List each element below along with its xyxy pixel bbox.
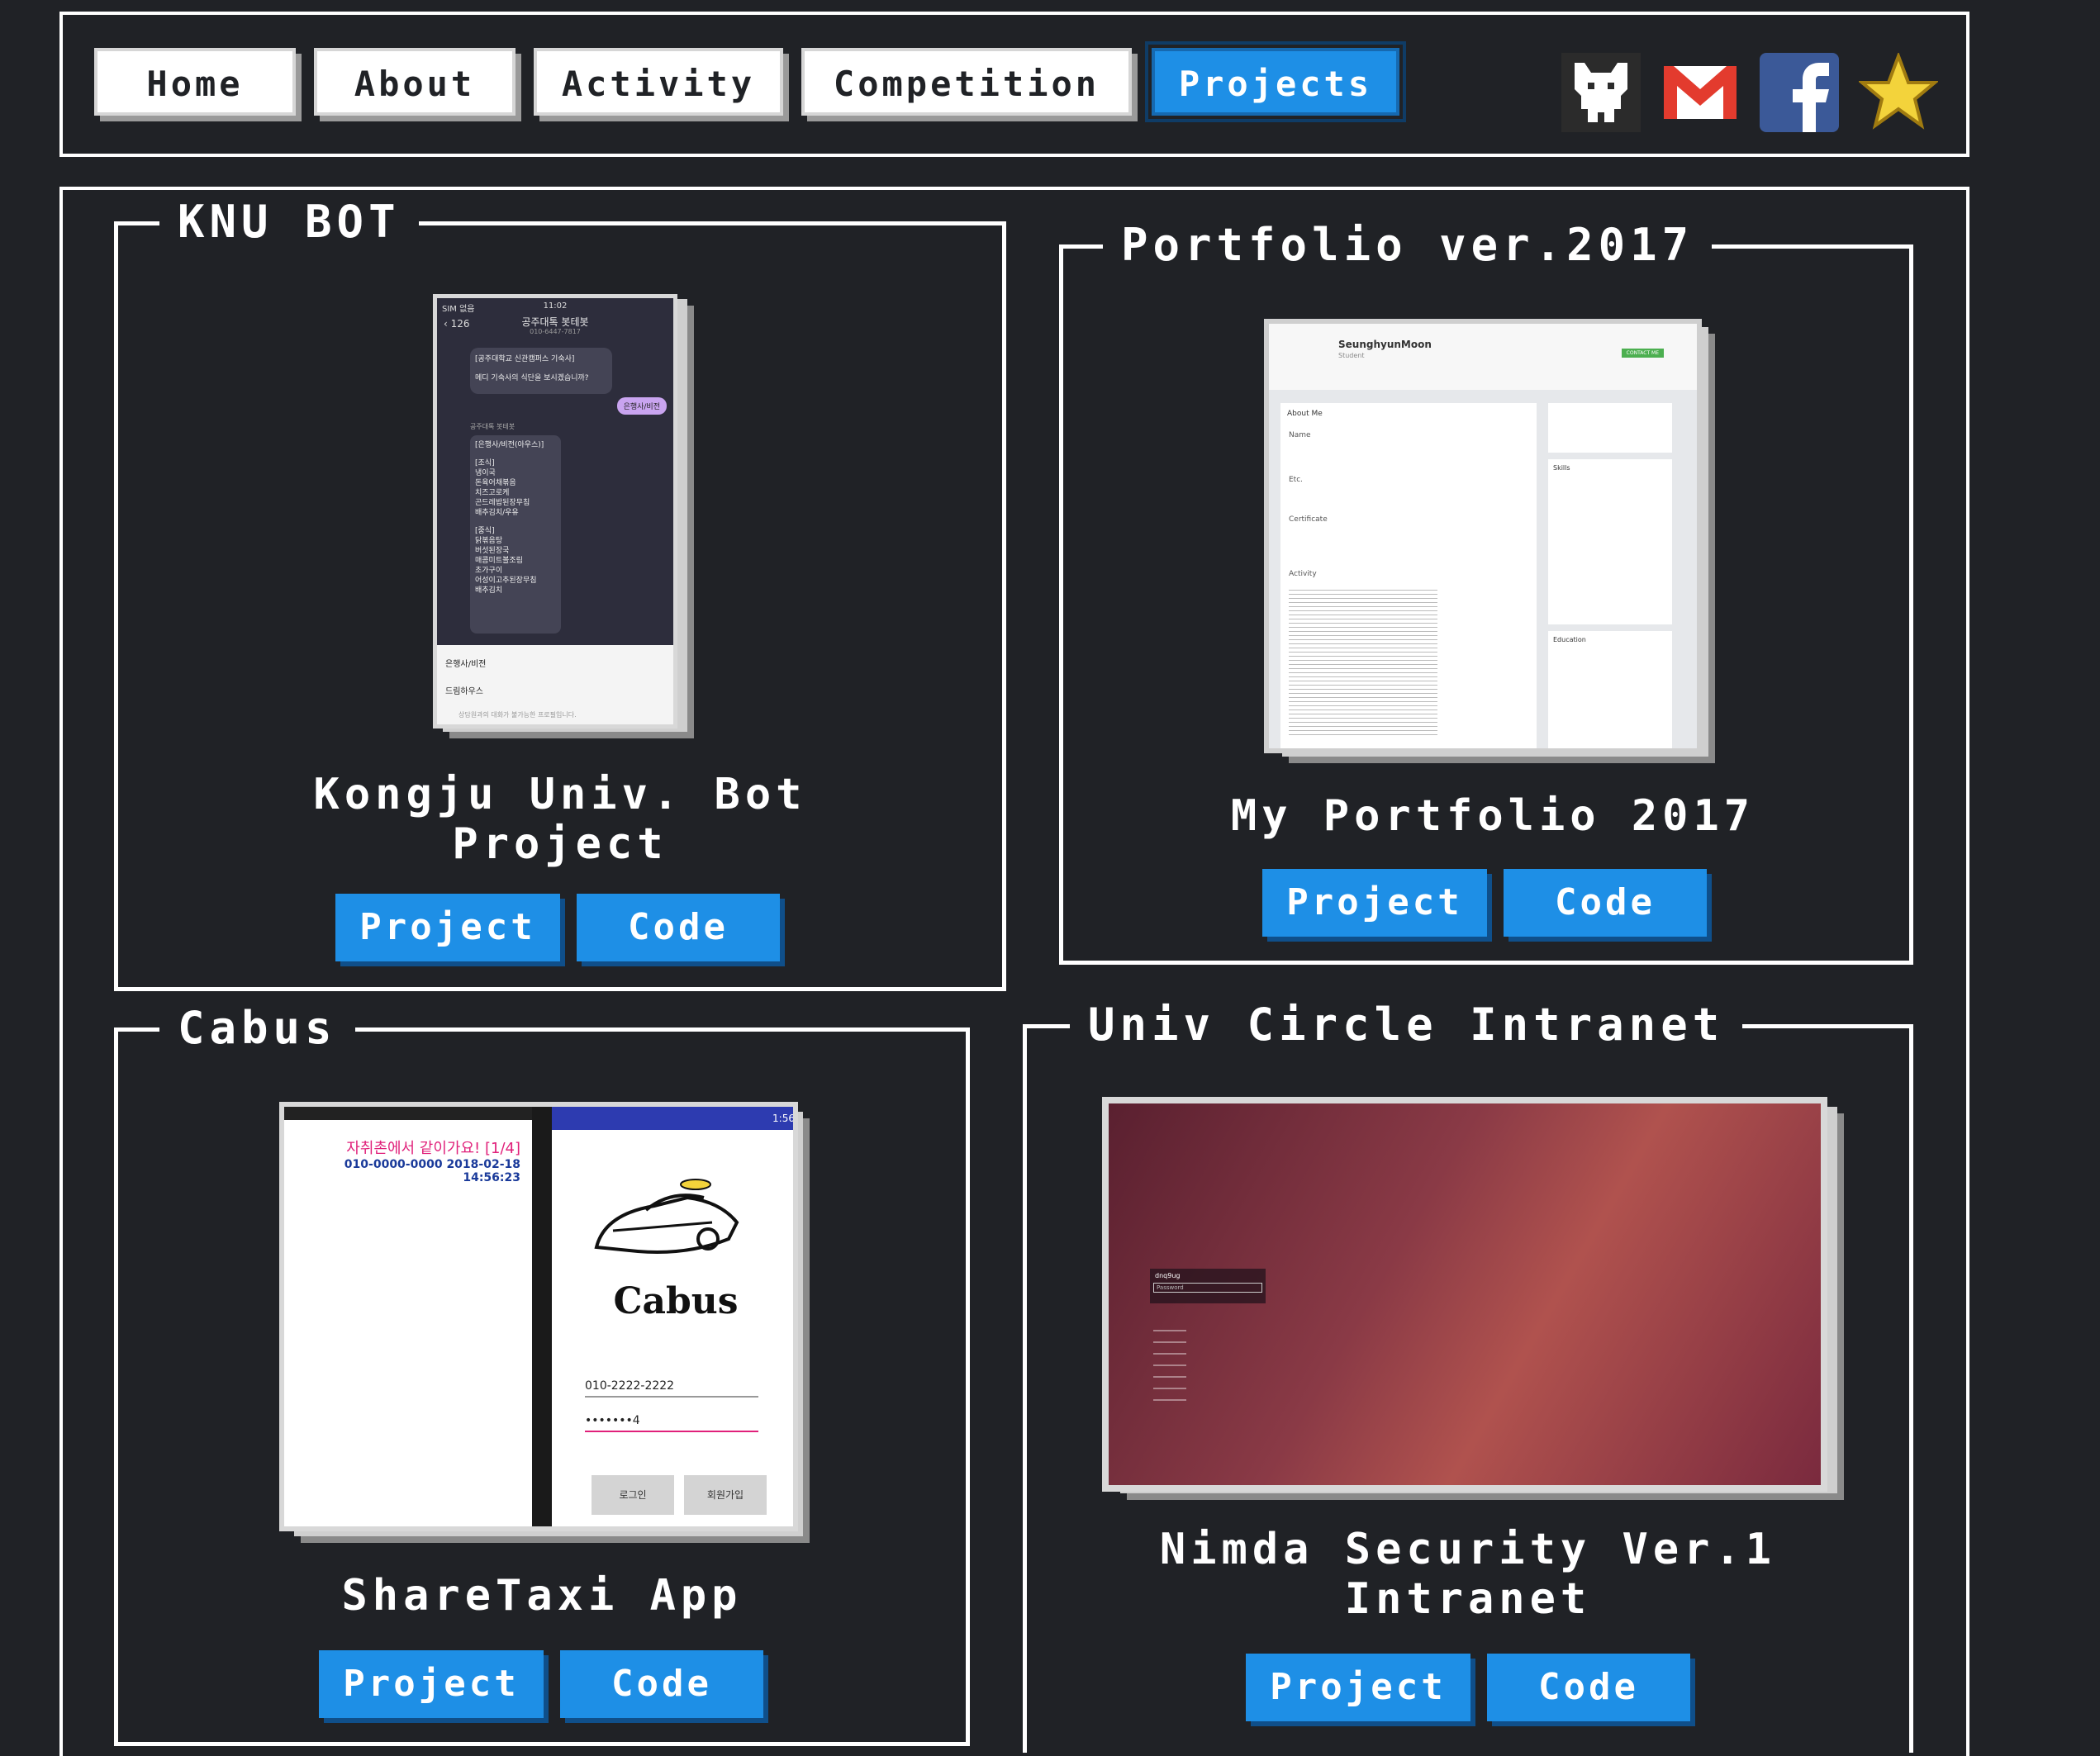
chat-sender: 공주대톡 봇테봇 [470,423,515,430]
project-card-title: KNU BOT [159,192,419,252]
section-heading: Certificate [1289,515,1328,524]
nav-about[interactable]: About [314,48,515,116]
nav-projects[interactable]: Projects [1145,41,1406,122]
menu-item: 어성이고추된장무침 [475,577,537,585]
chat-subtitle: 010-6447-7817 [530,328,581,335]
activity-list [1289,586,1437,735]
menu-head: [중식] [475,527,495,535]
project-name: My Portfolio 2017 [1230,791,1756,841]
menu-item: 버섯된장국 [475,547,510,555]
skills-panel: Skills [1548,459,1672,624]
cabus-screenshot: 자취촌에서 같이가요! [1/4] 010-0000-0000 2018-02-… [279,1102,798,1531]
project-card-title: Cabus [159,999,355,1058]
code-button[interactable]: Code [560,1650,763,1718]
login-password: Password [1153,1283,1262,1293]
project-name: Kongju Univ. Bot [313,770,807,819]
menu-item: 냉이국 [475,469,496,477]
about-heading: About Me [1287,410,1323,418]
session-list [1153,1320,1186,1402]
project-button[interactable]: Project [335,894,560,961]
code-button[interactable]: Code [1504,869,1707,937]
menu-bubble: [은행사/비전(아우스)] [조식] 냉이국 돈육어채볶음 치즈고로케 곤드레밥… [470,435,561,634]
chat-reply: 은행사/비전 [616,397,667,415]
login-username: dnq9ug [1155,1272,1181,1279]
menu-title: [은행사/비전(아우스)] [475,441,544,449]
project-button[interactable]: Project [319,1650,544,1718]
project-name: Nimda Security Ver.1 [1159,1525,1777,1574]
status-time: 11:02 [543,301,568,311]
menu-item: 돈육어채볶음 [475,479,516,487]
signup-button: 회원가입 [684,1475,767,1515]
quick-reply-option: 은행사/비전 [445,660,487,669]
status-time: 1:56 [552,1107,793,1130]
chat-message: [공주대학교 신관캠퍼스 기숙사] [475,355,575,363]
project-name: Intranet [1344,1574,1592,1624]
portfolio-role: Student [1338,352,1365,359]
chat-title: 공주대톡 봇테봇 [521,316,589,328]
education-panel: Education [1548,631,1672,748]
project-button[interactable]: Project [1246,1654,1470,1721]
chat-message: 메디 기숙사의 식단을 보시겠습니까? [475,374,589,382]
menu-item: 배추김치 [475,586,503,595]
star-icon[interactable] [1859,53,1938,132]
password-field: •••••••4 [585,1414,758,1432]
login-button: 로그인 [592,1475,674,1515]
ride-title: 자취촌에서 같이가요! [1/4] [346,1140,520,1157]
code-button[interactable]: Code [1487,1654,1690,1721]
contact-panel [1548,403,1672,453]
menu-item: 곤드레밥된장무침 [475,499,530,507]
skills-heading: Skills [1553,464,1570,472]
menu-head: [조식] [475,459,495,467]
section-heading: Etc. [1289,476,1304,484]
knu-bot-screenshot: SIM 없음 11:02 ‹ 126 공주대톡 봇테봇 010-6447-781… [433,294,677,729]
quick-reply-panel: 은행사/비전 드림하우스 상담원과의 대화가 불가능한 프로필입니다. [437,645,673,724]
portfolio-screenshot: SeunghyunMoon Student CONTACT ME About M… [1264,319,1702,753]
brand-name: Cabus [613,1280,739,1322]
menu-item: 치즈고로케 [475,489,510,497]
menu-item: 배추김치/우유 [475,509,519,517]
education-heading: Education [1553,636,1586,643]
chat-input: 상담원과의 대화가 불가능한 프로필입니다. [458,711,577,719]
github-cat-icon[interactable] [1561,53,1641,132]
menu-item: 매콤미트볼조림 [475,557,523,565]
chat-bubble: [공주대학교 신관캠퍼스 기숙사] 메디 기숙사의 식단을 보시겠습니까? [470,348,612,394]
section-heading: Name [1289,431,1311,439]
intranet-screenshot: dnq9ug Password [1102,1097,1827,1492]
cabus-left-screen: 자취촌에서 같이가요! [1/4] 010-0000-0000 2018-02-… [284,1107,532,1526]
quick-reply-option: 드림하우스 [445,687,483,696]
project-card-title: Univ Circle Intranet [1070,995,1743,1055]
phone-field: 010-2222-2222 [585,1379,758,1398]
facebook-icon[interactable] [1760,53,1839,132]
login-box: dnq9ug Password [1150,1269,1266,1303]
ride-info: 010-0000-0000 2018-02-18 14:56:23 [344,1158,520,1184]
project-name: Project [452,819,668,869]
contact-button: CONTACT ME [1621,349,1664,358]
emulator-toolbar [532,1107,552,1526]
about-panel: About Me Name Etc. Certificate Activity [1280,403,1537,748]
cabus-right-screen: 1:56 Cabus 010-2222-2222 •••••••4 로그인 회원… [552,1107,793,1526]
project-name: ShareTaxi App [341,1571,743,1621]
section-heading: Activity [1289,570,1317,578]
code-button[interactable]: Code [577,894,780,961]
taxi-logo-icon [594,1179,739,1254]
nav-competition[interactable]: Competition [801,48,1132,116]
menu-item: 닭볶음탕 [475,537,503,545]
project-button[interactable]: Project [1262,869,1487,937]
project-card-title: Portfolio ver.2017 [1103,216,1713,275]
menu-item: 초가구이 [475,567,503,575]
gmail-icon[interactable] [1661,53,1740,132]
nav-home[interactable]: Home [94,48,296,116]
portfolio-name: SeunghyunMoon [1338,339,1432,350]
nav-activity[interactable]: Activity [534,48,783,116]
